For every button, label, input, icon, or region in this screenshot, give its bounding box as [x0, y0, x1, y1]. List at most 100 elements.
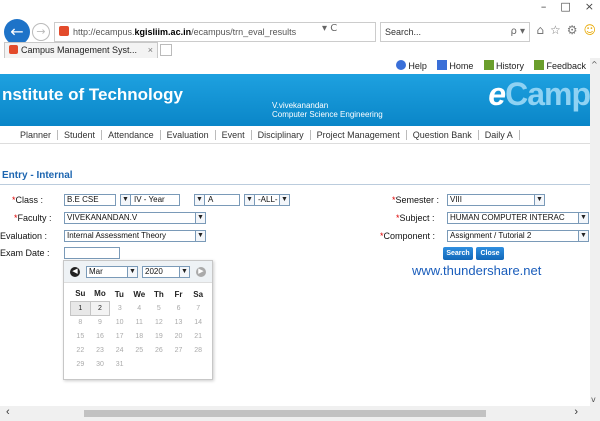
class-label: *Class :: [12, 195, 44, 205]
tab-title: Campus Management Syst...: [21, 45, 138, 55]
browser-search-input[interactable]: Search... ρ ▾: [380, 22, 530, 42]
section-title: Entry - Internal: [2, 170, 73, 181]
scroll-down-icon[interactable]: v: [591, 395, 596, 404]
evaluation-label: Evaluation :: [0, 231, 48, 241]
home-link[interactable]: Home: [437, 60, 473, 71]
calendar-day: 15: [76, 332, 85, 340]
help-link[interactable]: Help: [396, 60, 427, 71]
chevron-down-icon: ▼: [127, 267, 137, 277]
menu-event[interactable]: Event: [216, 130, 252, 140]
chevron-down-icon: ▼: [195, 195, 205, 205]
gear-icon[interactable]: ⚙: [567, 23, 578, 37]
calendar-day: 22: [76, 346, 85, 354]
ecampus-logo: eCamp: [488, 76, 590, 113]
calendar-day: 18: [135, 332, 144, 340]
weekday-label: Th: [153, 289, 164, 299]
menu-planner[interactable]: Planner: [0, 130, 59, 140]
datepicker-header: ◀ Mar ▼ 2020 ▼ ▶: [64, 261, 212, 283]
horizontal-scrollbar[interactable]: ‹ ›: [0, 406, 600, 421]
chevron-down-icon: ▼: [578, 231, 588, 241]
home-link-icon: [437, 60, 448, 70]
section-select[interactable]: ▼ A: [194, 194, 240, 206]
exam-date-input[interactable]: [64, 247, 120, 259]
faculty-select[interactable]: VIVEKANANDAN.V ▼: [64, 212, 206, 224]
datepicker-popup: ◀ Mar▼ 2020▼ ▶ Su Mo Tu We Th Fr Sa 1: [63, 260, 213, 380]
menu-attendance[interactable]: Attendance: [102, 130, 161, 140]
calendar-day: [149, 357, 169, 371]
calendar-day[interactable]: 1: [70, 300, 91, 316]
maximize-button[interactable]: □: [560, 0, 570, 14]
refresh-button[interactable]: ▾ C: [322, 23, 337, 34]
calendar-day: 10: [115, 318, 124, 326]
calendar-day[interactable]: 2: [89, 300, 111, 316]
evaluation-select[interactable]: Internal Assessment Theory ▼: [64, 230, 206, 242]
menu-disciplinary[interactable]: Disciplinary: [252, 130, 311, 140]
minimize-button[interactable]: –: [541, 0, 547, 14]
calendar-day: 16: [96, 332, 104, 340]
chevron-down-icon: ▼: [534, 195, 544, 205]
weekday-row: Su Mo Tu We Th Fr Sa: [71, 287, 209, 301]
weekday-label: Fr: [174, 289, 183, 299]
institute-name: nstitute of Technology: [2, 85, 184, 104]
weekday-label: We: [133, 289, 146, 299]
weekday-label: Mo: [94, 289, 106, 299]
weekday-label: Su: [75, 289, 86, 299]
calendar-day: 27: [174, 346, 183, 354]
class-select[interactable]: B.E CSE: [64, 194, 116, 206]
new-tab-button[interactable]: [160, 44, 172, 56]
browser-toolbar: – □ × ← → http://ecampus.kgisliim.ac.in/…: [0, 0, 600, 58]
calendar-day: [129, 357, 149, 371]
prev-month-icon[interactable]: ◀: [70, 267, 80, 277]
menu-question-bank[interactable]: Question Bank: [407, 130, 479, 140]
smiley-icon[interactable]: ☺: [583, 23, 596, 37]
calendar-day: 14: [194, 318, 203, 326]
year-select[interactable]: ▼ IV - Year: [120, 194, 180, 206]
search-button[interactable]: Search: [443, 247, 473, 260]
vertical-scrollbar[interactable]: ^ v: [590, 58, 600, 406]
star-icon[interactable]: ☆: [550, 23, 561, 37]
calendar-day: 30: [96, 360, 104, 368]
calendar-day: 7: [196, 304, 201, 312]
close-window-button[interactable]: ×: [585, 0, 594, 14]
calendar-day: 11: [135, 318, 143, 326]
menu-project-management[interactable]: Project Management: [311, 130, 407, 140]
component-select[interactable]: Assignment / Tutorial 2 ▼: [447, 230, 589, 242]
scroll-left-icon[interactable]: ‹: [6, 406, 10, 418]
calendar-day: 8: [78, 318, 83, 326]
user-department: Computer Science Engineering: [272, 110, 383, 119]
window-controls: – □ ×: [541, 0, 594, 14]
batch-select[interactable]: ▼ -ALL- ▼: [244, 194, 290, 206]
close-button[interactable]: Close: [476, 247, 504, 260]
logo-text: Camp: [505, 76, 590, 112]
month-select[interactable]: Mar ▼: [86, 266, 138, 278]
menu-daily[interactable]: Daily A: [479, 130, 520, 140]
feedback-link[interactable]: Feedback: [534, 60, 586, 71]
menu-evaluation[interactable]: Evaluation: [161, 130, 216, 140]
forward-button[interactable]: →: [32, 23, 50, 41]
subject-select[interactable]: HUMAN COMPUTER INTERAC ▼: [447, 212, 589, 224]
logo-e: e: [488, 76, 506, 112]
calendar-day: 4: [137, 304, 142, 312]
history-link[interactable]: History: [483, 60, 524, 71]
year-picker-select[interactable]: 2020 ▼: [142, 266, 190, 278]
calendar-day: 20: [174, 332, 183, 340]
search-icon[interactable]: ρ ▾: [510, 23, 525, 41]
tab-close-icon[interactable]: ×: [148, 43, 153, 58]
tab-campus-management[interactable]: Campus Management Syst... ×: [4, 42, 158, 58]
calendar-week: 22 23 24 25 26 27 28: [71, 343, 209, 357]
calendar-week: 15 16 17 18 19 20 21: [71, 329, 209, 343]
calendar-day: 24: [115, 346, 124, 354]
calendar-day: 6: [176, 304, 181, 312]
site-favicon-icon: [59, 26, 69, 36]
scrollbar-thumb[interactable]: [84, 410, 486, 417]
menu-student[interactable]: Student: [58, 130, 103, 140]
weekday-label: Tu: [114, 289, 124, 299]
user-info: V.vivekanandan Computer Science Engineer…: [272, 101, 383, 119]
semester-select[interactable]: VIII ▼: [447, 194, 545, 206]
chevron-down-icon: ▼: [245, 195, 255, 205]
scroll-right-icon[interactable]: ›: [574, 406, 578, 418]
next-month-icon[interactable]: ▶: [196, 267, 206, 277]
home-icon[interactable]: ⌂: [536, 23, 544, 37]
scroll-up-icon[interactable]: ^: [591, 60, 598, 69]
calendar-day: 26: [154, 346, 163, 354]
